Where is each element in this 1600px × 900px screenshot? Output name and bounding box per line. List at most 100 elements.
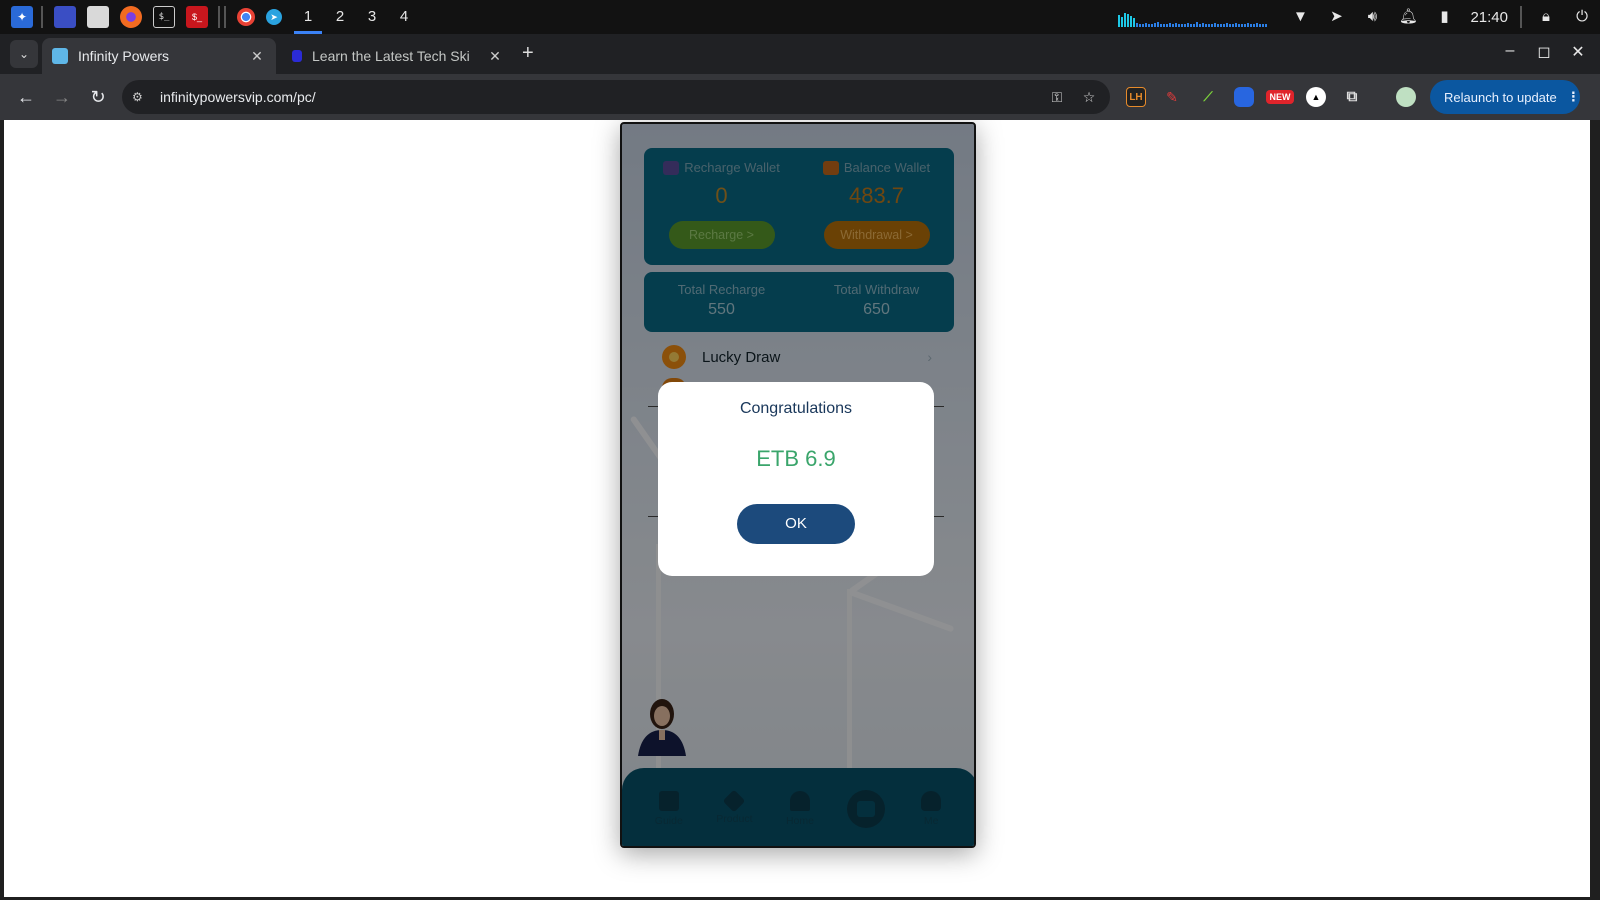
terminal-icon[interactable]: $_ — [153, 6, 175, 28]
lock-icon[interactable]: 🔒︎ — [1536, 7, 1556, 27]
cpu-bar — [1157, 22, 1160, 27]
cpu-bar — [1253, 24, 1256, 27]
telegram-icon[interactable]: ➤ — [266, 9, 282, 25]
system-tray: ▼ ➤ 🔊︎ 🔔︎ ▮ 21:40 🔒︎ ⏻ — [1118, 0, 1600, 34]
cpu-bar — [1220, 24, 1223, 27]
profile-avatar-icon[interactable] — [1396, 87, 1416, 107]
taskbar-separator — [224, 6, 226, 28]
congratulations-dialog: Congratulations ETB 6.9 OK — [658, 382, 934, 576]
tab-search-button[interactable]: ⌄ — [10, 40, 38, 68]
tab-title: Learn the Latest Tech Ski — [312, 48, 470, 64]
cpu-bar — [1193, 24, 1196, 27]
clock[interactable]: 21:40 — [1470, 9, 1508, 26]
chrome-icon[interactable] — [237, 8, 255, 26]
cpu-bar — [1235, 23, 1238, 27]
kebab-menu-icon[interactable]: ⋮ — [1567, 89, 1580, 105]
workspace-1[interactable]: 1 — [292, 0, 324, 34]
cpu-bar — [1259, 24, 1262, 27]
cpu-bar — [1190, 24, 1193, 27]
cpu-bar — [1142, 24, 1145, 27]
forward-icon[interactable]: → — [49, 84, 75, 110]
cpu-bar — [1163, 24, 1166, 27]
telegram-tray-icon[interactable]: ➤ — [1326, 7, 1346, 27]
cpu-bar — [1199, 24, 1202, 27]
extension-pen-icon[interactable]: ✎ — [1162, 87, 1182, 107]
relaunch-label: Relaunch to update — [1444, 89, 1557, 105]
minimize-icon[interactable]: – — [1498, 42, 1522, 60]
tab-infinity-powers[interactable]: Infinity Powers ✕ — [42, 38, 276, 74]
workspace-3[interactable]: 3 — [356, 0, 388, 34]
cpu-bar — [1202, 23, 1205, 27]
cpu-bar — [1178, 24, 1181, 27]
cpu-bar — [1148, 24, 1151, 27]
taskbar-separator — [218, 6, 220, 28]
os-taskbar: ✦ $_ $_ ➤ 1 2 3 4 ▼ ➤ 🔊︎ 🔔︎ ▮ 21:40 🔒︎ ⏻ — [0, 0, 1600, 34]
bell-icon[interactable]: 🔔︎ — [1398, 7, 1418, 27]
extension-chart-icon[interactable]: ⟋ — [1198, 87, 1218, 107]
app-frame: Recharge Wallet 0 Recharge > Balance Wal… — [620, 122, 976, 848]
extension-blue-icon[interactable] — [1234, 87, 1254, 107]
desktop-icon[interactable] — [54, 6, 76, 28]
site-favicon-icon — [52, 48, 68, 64]
cpu-bar — [1181, 24, 1184, 27]
close-tab-icon[interactable]: ✕ — [248, 48, 266, 65]
ok-button[interactable]: OK — [737, 504, 855, 544]
wifi-icon[interactable]: ▼ — [1290, 7, 1310, 27]
close-tab-icon[interactable]: ✕ — [486, 48, 504, 65]
site-info-icon[interactable]: ⚙ — [132, 90, 150, 104]
tab-strip: ⌄ Infinity Powers ✕ Learn the Latest Tec… — [0, 34, 1600, 74]
cpu-bar — [1229, 24, 1232, 27]
extensions-puzzle-icon[interactable]: ⧉ — [1342, 87, 1362, 107]
cpu-bar — [1250, 24, 1253, 27]
relaunch-to-update-button[interactable]: Relaunch to update ⋮ — [1430, 80, 1580, 114]
cpu-bar — [1265, 24, 1268, 27]
address-bar[interactable]: ⚙ infinitypowersvip.com/pc/ ⚿ ☆ — [122, 80, 1110, 114]
back-icon[interactable]: ← — [13, 84, 39, 110]
extension-new-badge-icon[interactable]: NEW — [1266, 90, 1294, 104]
cpu-bar — [1244, 24, 1247, 27]
firefox-icon[interactable] — [120, 6, 142, 28]
maximize-icon[interactable]: ◻ — [1532, 42, 1556, 62]
key-icon[interactable]: ⚿ — [1046, 89, 1068, 106]
cpu-bar — [1160, 24, 1163, 27]
cpu-bar — [1211, 24, 1214, 27]
cpu-bar — [1124, 13, 1127, 27]
cpu-bar — [1166, 24, 1169, 27]
tab-learn-tech[interactable]: Learn the Latest Tech Ski ✕ — [282, 38, 514, 74]
power-icon[interactable]: ⏻ — [1572, 7, 1592, 27]
url-text[interactable]: infinitypowersvip.com/pc/ — [160, 89, 1046, 105]
cpu-bar — [1184, 24, 1187, 27]
close-window-icon[interactable]: ✕ — [1566, 42, 1590, 62]
cpu-bar — [1172, 24, 1175, 27]
reload-icon[interactable]: ↻ — [85, 84, 111, 110]
root-terminal-icon[interactable]: $_ — [186, 6, 208, 28]
cpu-bar — [1154, 23, 1157, 27]
cpu-bar — [1187, 23, 1190, 27]
cpu-bar — [1130, 16, 1133, 27]
cpu-bar — [1214, 23, 1217, 27]
taskbar-separator — [41, 6, 43, 28]
extension-triangle-icon[interactable]: ▲ — [1306, 87, 1326, 107]
cpu-bar — [1196, 22, 1199, 27]
cpu-bar — [1256, 23, 1259, 27]
cpu-bar — [1175, 23, 1178, 27]
new-tab-button[interactable]: + — [522, 42, 534, 65]
cpu-bar — [1139, 24, 1142, 27]
reward-amount: ETB 6.9 — [756, 446, 836, 471]
cpu-bar — [1121, 17, 1124, 27]
bookmark-star-icon[interactable]: ☆ — [1078, 89, 1100, 106]
site-favicon-icon — [292, 50, 302, 62]
cpu-bar — [1226, 23, 1229, 27]
cpu-bar — [1151, 24, 1154, 27]
extension-lh-icon[interactable]: LH — [1126, 87, 1146, 107]
battery-icon[interactable]: ▮ — [1434, 7, 1454, 27]
file-manager-icon[interactable] — [87, 6, 109, 28]
kali-menu-icon[interactable]: ✦ — [11, 6, 33, 28]
cpu-bar — [1223, 24, 1226, 27]
page-viewport: Recharge Wallet 0 Recharge > Balance Wal… — [4, 120, 1590, 897]
cpu-bar — [1127, 14, 1130, 27]
cpu-bar — [1238, 24, 1241, 27]
volume-icon[interactable]: 🔊︎ — [1362, 7, 1382, 27]
workspace-2[interactable]: 2 — [324, 0, 356, 34]
workspace-4[interactable]: 4 — [388, 0, 420, 34]
